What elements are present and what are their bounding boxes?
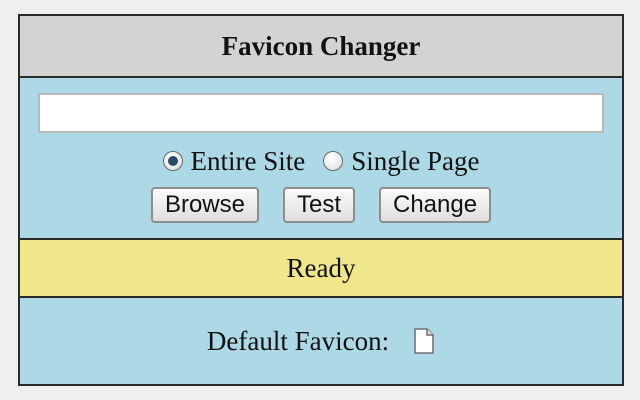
- scope-radio-group: Entire Site Single Page: [20, 144, 622, 178]
- radio-button-checked[interactable]: [162, 151, 183, 171]
- radio-button-unchecked[interactable]: [323, 151, 344, 171]
- change-button[interactable]: Change: [378, 187, 492, 223]
- browse-button[interactable]: Browse: [150, 187, 259, 223]
- radio-single-page[interactable]: Single Page: [323, 146, 479, 177]
- controls-section: Entire Site Single Page Browse Test Chan…: [20, 78, 622, 240]
- status-text: Ready: [286, 252, 356, 283]
- default-favicon-row: Default Favicon:: [20, 298, 622, 384]
- favicon-changer-panel: Favicon Changer Entire Site Single Page …: [18, 14, 624, 386]
- action-buttons: Browse Test Change: [20, 186, 622, 224]
- default-favicon-label: Default Favicon:: [206, 325, 390, 356]
- page-title: Favicon Changer: [221, 30, 421, 61]
- panel-header: Favicon Changer: [20, 16, 622, 78]
- test-button[interactable]: Test: [282, 187, 355, 223]
- favicon-url-input[interactable]: [38, 93, 604, 133]
- radio-label-entire-site: Entire Site: [190, 145, 306, 176]
- radio-label-single-page: Single Page: [351, 145, 480, 176]
- radio-entire-site[interactable]: Entire Site: [162, 145, 306, 177]
- blank-document-icon: [413, 328, 435, 354]
- status-bar: Ready: [20, 240, 622, 298]
